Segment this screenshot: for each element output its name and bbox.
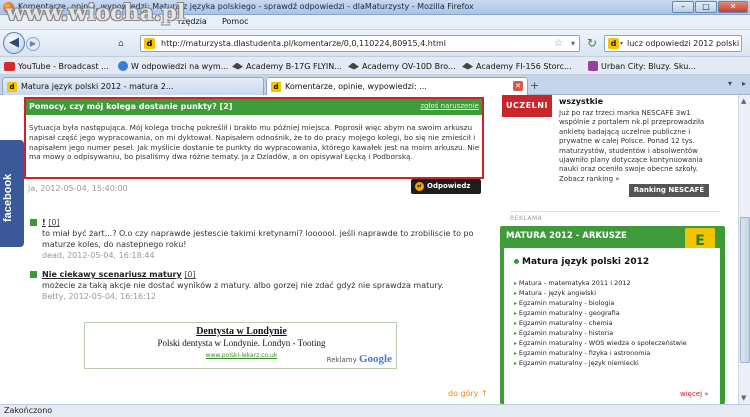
matura-link[interactable]: Egzamin maturalny - historia	[514, 328, 719, 338]
go-top-link[interactable]: do góry ↑	[448, 389, 488, 398]
reply-icon: ↵	[415, 182, 424, 191]
question-box: Pomocy, czy mój kolega dostanie punkty? …	[24, 97, 484, 179]
question-title[interactable]: Pomocy, czy mój kolega dostanie punkty? …	[29, 102, 232, 111]
search-box[interactable]: d ▾	[604, 35, 742, 52]
tab-matura[interactable]: d Matura język polski 2012 - matura 2...	[2, 77, 264, 95]
nescafe-title[interactable]: wszystkie	[559, 97, 603, 106]
uc-icon	[588, 61, 598, 71]
bookmark-item[interactable]: Urban City: Bluzy. Sku...	[588, 60, 696, 72]
scroll-down-icon[interactable]: ▼	[741, 394, 746, 402]
facebook-tab[interactable]: facebook	[0, 140, 24, 247]
answer-button[interactable]: ↵ Odpowiedz	[411, 179, 481, 194]
bookmark-item[interactable]: Academy FI-156 Storc...	[462, 60, 572, 72]
plane-icon	[348, 62, 359, 70]
maximize-button[interactable]: □	[695, 1, 717, 13]
plane-icon	[232, 62, 243, 70]
scroll-up-icon[interactable]: ▲	[741, 97, 746, 105]
answer-text: to miał być żart...? O.o czy naprawde je…	[42, 229, 474, 249]
wiocha-watermark: www.wiocha.pl	[6, 0, 186, 26]
home-icon[interactable]: ⌂	[118, 39, 124, 49]
bookmark-item[interactable]: W odpowiedzi na wym...	[118, 60, 228, 72]
new-tab-icon[interactable]: +	[530, 79, 539, 92]
answer-count[interactable]: [0]	[184, 270, 195, 279]
question-header: Pomocy, czy mój kolega dostanie punkty? …	[26, 99, 482, 115]
answer-item: Nie ciekawy scenariusz matury [0] możeci…	[30, 269, 482, 302]
status-bar: Zakończono	[0, 404, 750, 417]
more-link[interactable]: więcej »	[680, 390, 709, 398]
ad-title[interactable]: Dentysta w Londynie	[85, 326, 398, 337]
minimize-button[interactable]: –	[672, 1, 694, 13]
answer-count[interactable]: [0]	[48, 218, 59, 227]
tab-strip: d Matura język polski 2012 - matura 2...…	[0, 75, 750, 96]
bookmark-star-icon[interactable]: ☆	[554, 38, 563, 49]
window-controls: – □ ✕	[672, 1, 748, 13]
matura-heading[interactable]: Matura język polski 2012	[514, 257, 649, 267]
back-button[interactable]: ◀	[3, 32, 25, 54]
vertical-scrollbar[interactable]: ▲ ▼	[738, 95, 750, 404]
bookmark-item[interactable]: Academy B-17G FLYIN...	[232, 60, 342, 72]
tab-favicon-icon: d	[7, 82, 17, 92]
scrollbar-thumb[interactable]	[740, 217, 750, 363]
nescafe-text: Już po raz trzeci marka NESCAFÉ 3w1 wspó…	[559, 109, 705, 183]
bullet-icon	[514, 259, 519, 264]
matura-link[interactable]: Egzamin maturalny - fizyka i astronomia	[514, 348, 719, 358]
menu-help[interactable]: Pomoc	[222, 17, 249, 26]
report-link[interactable]: zgłoś naruszenie	[420, 102, 479, 110]
answer-title[interactable]: !	[42, 218, 46, 227]
matura-link[interactable]: Egzamin maturalny - WOS wiedza o społecz…	[514, 338, 719, 348]
matura-box-inner: Matura język polski 2012 Matura - matema…	[504, 248, 720, 404]
matura-link[interactable]: Matura - matematyka 2011 i 2012	[514, 278, 719, 288]
answer-text: możecie za taką akcje nie dostać wyników…	[42, 281, 444, 290]
tab-scroll-icon[interactable]: ▸	[742, 79, 746, 88]
site-favicon-icon: d	[144, 38, 155, 49]
bookmark-item[interactable]: YouTube - Broadcast ...	[4, 60, 109, 72]
matura-link[interactable]: Egzamin maturalny - chemia	[514, 318, 719, 328]
status-text: Zakończono	[4, 406, 53, 415]
ie-icon	[118, 61, 128, 71]
reklama-label: REKLAMA	[510, 215, 543, 222]
tab-komentarze[interactable]: d Komentarze, opinie, wypowiedzi: ... ✕	[266, 77, 528, 96]
matura-link[interactable]: Matura - język angielski	[514, 288, 719, 298]
google-ad[interactable]: Dentysta w Londynie Polski dentysta w Lo…	[84, 322, 397, 369]
matura-link[interactable]: Egzamin maturalny - język niemiecki	[514, 358, 719, 368]
answer-meta: Betty, 2012-05-04, 16:16:12	[42, 292, 157, 301]
youtube-icon	[4, 61, 15, 71]
tab-list-icon[interactable]: ▾	[728, 79, 732, 88]
matura-link[interactable]: Egzamin maturalny - biologia	[514, 298, 719, 308]
matura-link[interactable]: Egzamin maturalny - geografia	[514, 308, 719, 318]
right-sidebar: UCZELNI wszystkie Już po raz trzeci mark…	[495, 95, 732, 404]
google-logo: Google	[359, 353, 392, 365]
ad-label: Reklamy Google	[326, 353, 392, 365]
matura-links-list: Matura - matematyka 2011 i 2012 Matura -…	[514, 278, 719, 368]
answer-bullet-icon	[30, 271, 37, 278]
divider	[510, 211, 720, 212]
answer-title[interactable]: Nie ciekawy scenariusz matury	[42, 270, 182, 279]
question-body: Sytuacja była następująca. Mój kolega tr…	[29, 123, 480, 162]
search-engine-icon[interactable]: d	[608, 38, 619, 49]
page-content: Pomocy, czy mój kolega dostanie punkty? …	[0, 95, 738, 404]
matura-box-title[interactable]: MATURA 2012 - ARKUSZE	[506, 231, 627, 241]
close-window-button[interactable]: ✕	[718, 1, 748, 13]
answer-bullet-icon	[30, 219, 37, 226]
close-tab-icon[interactable]: ✕	[513, 81, 523, 91]
forward-button[interactable]: ▶	[26, 37, 40, 51]
matura-arkusze-box: MATURA 2012 - ARKUSZE E Matura język pol…	[500, 226, 725, 404]
answer-item: ! [0] to miał być żart...? O.o czy napra…	[30, 217, 482, 261]
bookmarks-toolbar: YouTube - Broadcast ... W odpowiedzi na …	[0, 57, 750, 75]
navigation-toolbar: ◀ ▶ ⌂ d http://maturzysta.dlastudenta.pl…	[0, 30, 750, 57]
tab-favicon-icon: d	[271, 82, 281, 92]
nescafe-ranking-badge[interactable]: Ranking NESCAFÉ	[629, 184, 709, 197]
search-input[interactable]	[627, 38, 739, 49]
address-bar[interactable]: d http://maturzysta.dlastudenta.pl/komen…	[140, 35, 580, 52]
ad-description: Polski dentysta w Londynie. Londyn - Too…	[157, 338, 326, 348]
question-meta: ja, 2012-05-04, 15:40:00	[28, 184, 128, 193]
url-dropdown-icon[interactable]: ▾	[571, 39, 575, 48]
search-engine-dropdown-icon[interactable]: ▾	[620, 40, 623, 47]
reload-icon[interactable]: ↻	[584, 36, 600, 51]
answer-meta: dead, 2012-05-04, 16:18:44	[42, 251, 155, 260]
plane-icon	[462, 62, 473, 70]
facebook-label: facebook	[2, 173, 14, 222]
url-text[interactable]: http://maturzysta.dlastudenta.pl/komenta…	[161, 39, 446, 48]
bookmark-item[interactable]: Academy OV-10D Bro...	[348, 60, 456, 72]
